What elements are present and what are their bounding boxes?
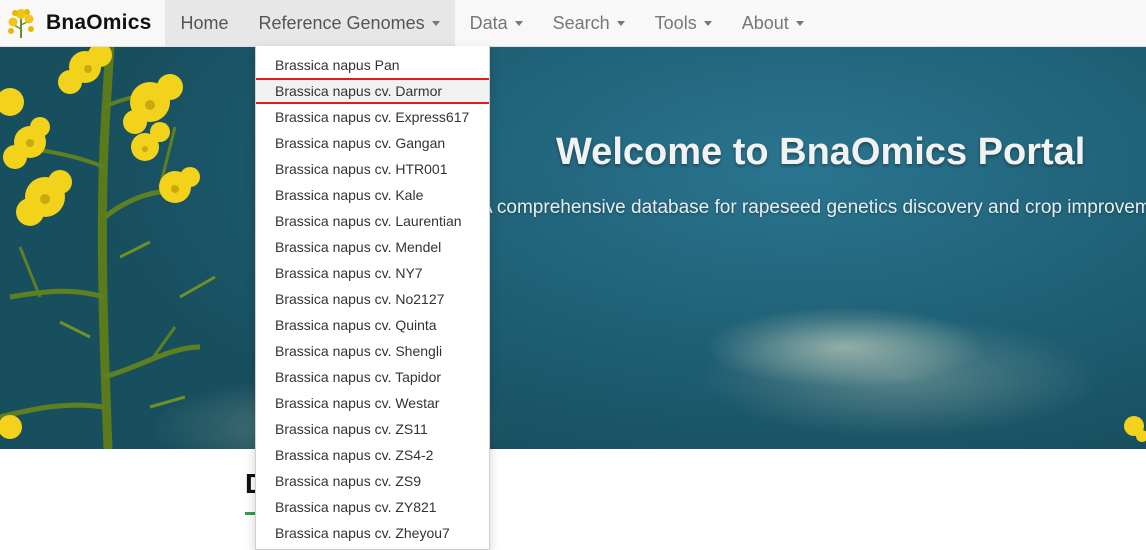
dropdown-item-laurentian[interactable]: Brassica napus cv. Laurentian (256, 208, 489, 234)
dropdown-item-zheyou7[interactable]: Brassica napus cv. Zheyou7 (256, 520, 489, 546)
dropdown-item-westar[interactable]: Brassica napus cv. Westar (256, 390, 489, 416)
dropdown-item-express617[interactable]: Brassica napus cv. Express617 (256, 104, 489, 130)
dropdown-item-pan[interactable]: Brassica napus Pan (256, 52, 489, 78)
dropdown-item-tapidor[interactable]: Brassica napus cv. Tapidor (256, 364, 489, 390)
nav-search[interactable]: Search (538, 0, 640, 46)
top-navbar: BnaOmics Home Reference Genomes Data Sea… (0, 0, 1146, 47)
caret-down-icon (431, 20, 440, 26)
caret-down-icon (514, 20, 523, 26)
nav-home[interactable]: Home (165, 0, 244, 46)
dropdown-item-no2127[interactable]: Brassica napus cv. No2127 (256, 286, 489, 312)
nav-about[interactable]: About (727, 0, 819, 46)
brand-name: BnaOmics (46, 11, 152, 34)
dropdown-item-darmor[interactable]: Brassica napus cv. Darmor (256, 78, 489, 104)
flower-corner-image (1124, 416, 1146, 442)
nav-home-label: Home (180, 12, 229, 33)
nav-reference-genomes[interactable]: Reference Genomes (243, 0, 455, 46)
dropdown-item-mendel[interactable]: Brassica napus cv. Mendel (256, 234, 489, 260)
hero-subtitle: A comprehensive database for rapeseed ge… (480, 197, 1146, 218)
dropdown-item-ny7[interactable]: Brassica napus cv. NY7 (256, 260, 489, 286)
caret-down-icon (795, 20, 804, 26)
nav-tools-label: Tools (654, 12, 697, 33)
nav-tools[interactable]: Tools (640, 0, 727, 46)
nav-reference-genomes-label: Reference Genomes (258, 12, 425, 33)
hero-banner: Welcome to BnaOmics Portal A comprehensi… (0, 47, 1146, 449)
dropdown-item-kale[interactable]: Brassica napus cv. Kale (256, 182, 489, 208)
dropdown-item-gangan[interactable]: Brassica napus cv. Gangan (256, 130, 489, 156)
dropdown-item-quinta[interactable]: Brassica napus cv. Quinta (256, 312, 489, 338)
reference-genomes-dropdown: Brassica napus Pan Brassica napus cv. Da… (255, 46, 490, 550)
nav-data[interactable]: Data (455, 0, 538, 46)
hero-title: Welcome to BnaOmics Portal (556, 131, 1086, 173)
dropdown-item-shengli[interactable]: Brassica napus cv. Shengli (256, 338, 489, 364)
dropdown-item-zs4-2[interactable]: Brassica napus cv. ZS4-2 (256, 442, 489, 468)
nav-about-label: About (741, 12, 789, 33)
rapeseed-logo-icon (8, 9, 34, 38)
dropdown-item-zs11[interactable]: Brassica napus cv. ZS11 (256, 416, 489, 442)
dropdown-item-htr001[interactable]: Brassica napus cv. HTR001 (256, 156, 489, 182)
nav-data-label: Data (469, 12, 508, 33)
caret-down-icon (616, 20, 625, 26)
brand-link[interactable]: BnaOmics (0, 0, 165, 46)
dropdown-item-zy821[interactable]: Brassica napus cv. ZY821 (256, 494, 489, 520)
caret-down-icon (703, 20, 712, 26)
rapeseed-plant-image (0, 47, 216, 449)
nav-search-label: Search (552, 12, 610, 33)
dropdown-item-zs9[interactable]: Brassica napus cv. ZS9 (256, 468, 489, 494)
